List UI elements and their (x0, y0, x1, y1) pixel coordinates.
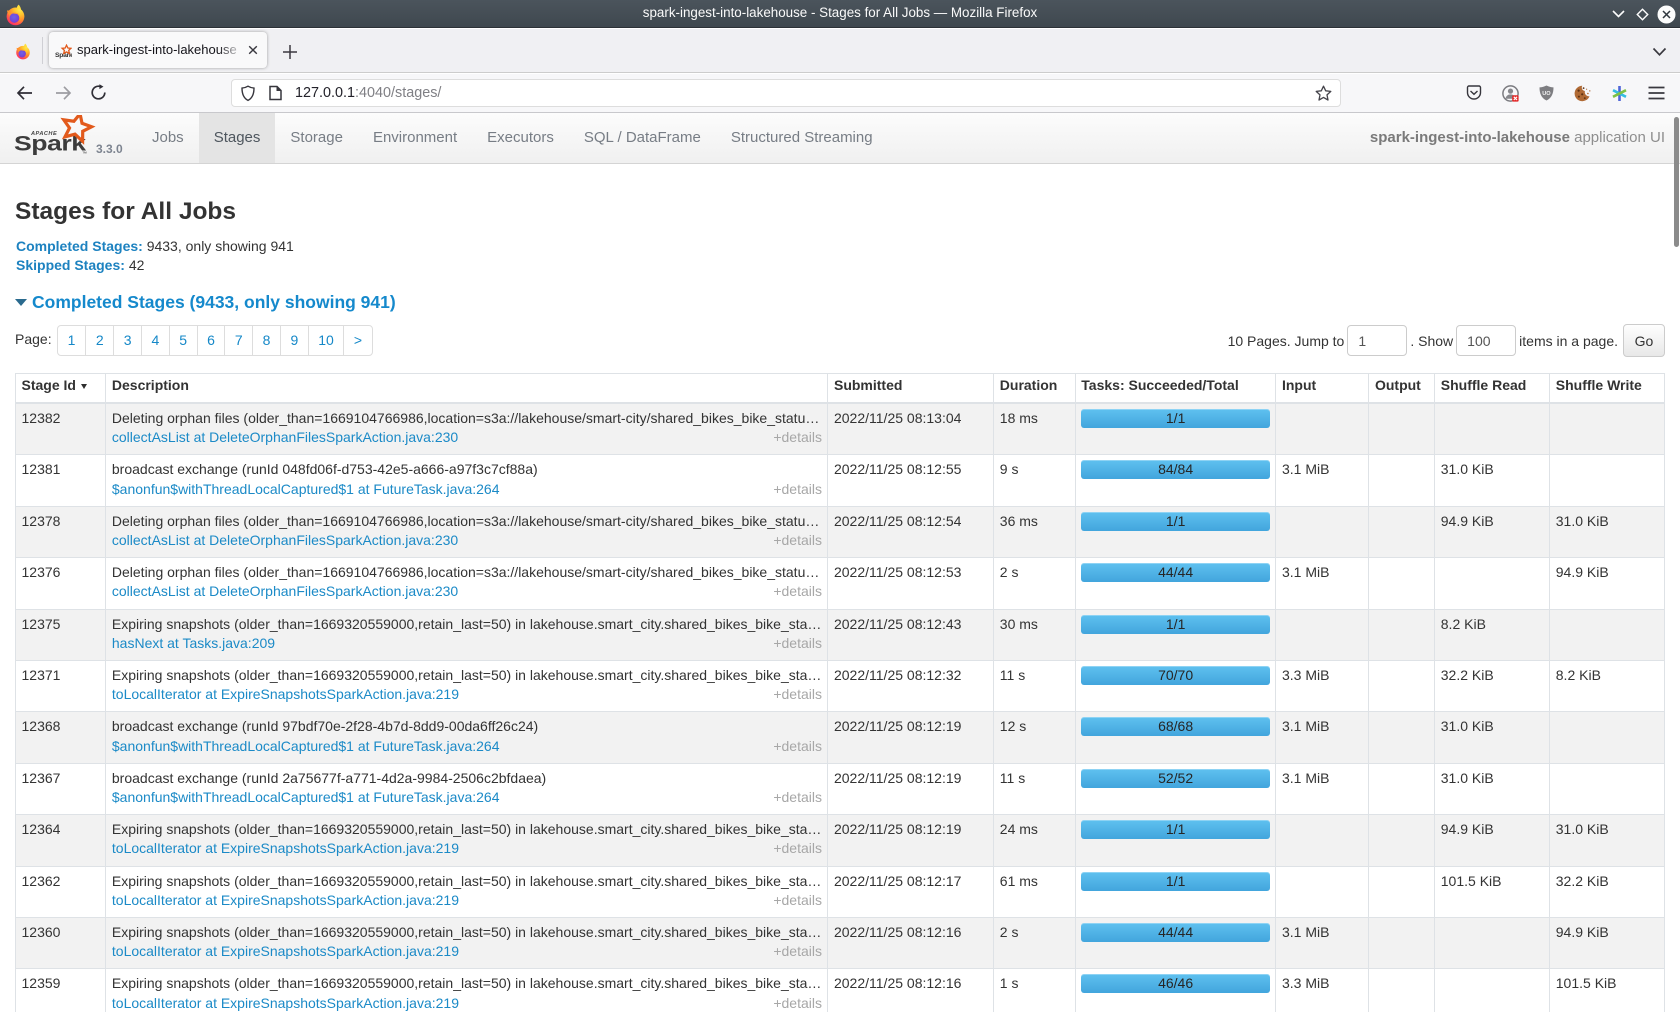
svg-text:UO: UO (1542, 91, 1551, 97)
svg-text:™: ™ (82, 151, 87, 157)
